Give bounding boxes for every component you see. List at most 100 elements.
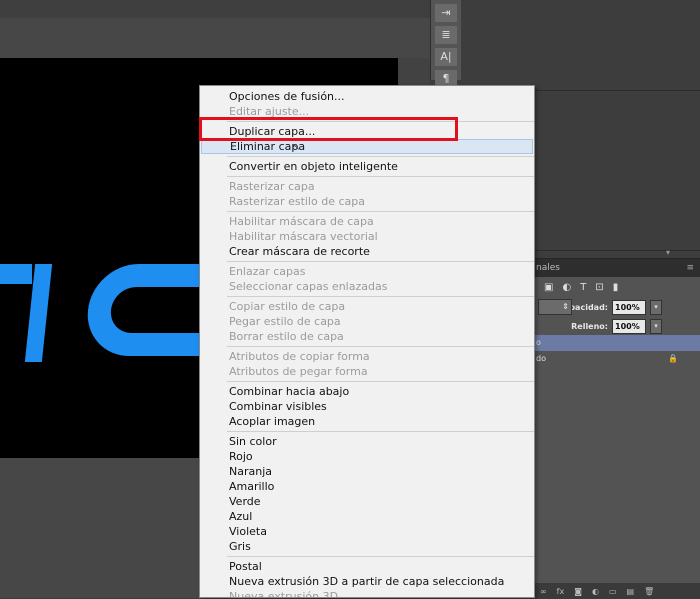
menu-item[interactable]: Naranja: [200, 464, 534, 479]
opacity-input[interactable]: 100%: [612, 299, 646, 315]
menu-item-label: Acoplar imagen: [229, 415, 316, 428]
menu-item-label: Verde: [229, 495, 261, 508]
layer-context-menu: Opciones de fusión... Editar ajuste... Dup…: [199, 85, 535, 598]
menu-item[interactable]: Gris: [200, 539, 534, 554]
layers-panel: nales ≡ ▣ ◐ T ⊡ ▮ ⇕ Opacidad: 100% ▾ Relleno…: [530, 258, 700, 599]
menu-item[interactable]: Combinar visibles: [200, 399, 534, 414]
menu-item[interactable]: Acoplar imagen: [200, 414, 534, 429]
menu-item-label: Borrar estilo de capa: [229, 330, 344, 343]
fill-row: Relleno: 100% ▾: [530, 317, 700, 335]
character-panel-icon[interactable]: A|: [435, 48, 457, 66]
menu-item: Seleccionar capas enlazadas: [200, 279, 534, 294]
menu-item[interactable]: Sin color: [200, 434, 534, 449]
menu-item-label: Nueva extrusión 3D a partir de capa sele…: [229, 575, 505, 588]
menu-item[interactable]: Convertir en objeto inteligente: [200, 159, 534, 174]
menu-item-label: Sin color: [229, 435, 277, 448]
menu-item-label: Rasterizar capa: [229, 180, 315, 193]
menu-item-label: Habilitar máscara vectorial: [229, 230, 378, 243]
menu-item[interactable]: Postal: [200, 559, 534, 574]
mouse-cursor-icon: ↖: [292, 142, 301, 153]
menu-item: Rasterizar capa: [200, 179, 534, 194]
menu-item-label: Postal: [229, 560, 262, 573]
menu-item-label: Gris: [229, 540, 251, 553]
layer-row[interactable]: do 🔒: [530, 351, 700, 367]
menu-item[interactable]: Amarillo: [200, 479, 534, 494]
menu-item-label: Atributos de copiar forma: [229, 350, 370, 363]
layer-filter-row: ▣ ◐ T ⊡ ▮: [530, 277, 700, 297]
menu-item: Borrar estilo de capa: [200, 329, 534, 344]
menu-item[interactable]: Verde: [200, 494, 534, 509]
menu-separator: [227, 296, 534, 297]
fill-label: Relleno:: [571, 321, 608, 331]
menu-item: Nueva extrusión 3D: [200, 589, 534, 598]
menu-separator: [227, 261, 534, 262]
menu-item-label: Azul: [229, 510, 253, 523]
menu-item[interactable]: Eliminar capa ↖: [201, 139, 533, 154]
opacity-row: ⇕ Opacidad: 100% ▾: [530, 298, 700, 316]
layer-name: do: [536, 354, 546, 363]
menu-item: Enlazar capas: [200, 264, 534, 279]
layer-row[interactable]: o: [530, 335, 700, 351]
menu-separator: [227, 381, 534, 382]
panel-menu-icon[interactable]: ≡: [686, 259, 694, 277]
layers-footer-icon[interactable]: ▤: [627, 587, 635, 596]
menu-item-label: Enlazar capas: [229, 265, 306, 278]
menu-item[interactable]: Opciones de fusión...: [200, 89, 534, 104]
menu-separator: [227, 211, 534, 212]
menu-item-label: Seleccionar capas enlazadas: [229, 280, 388, 293]
menu-item-label: Combinar visibles: [229, 400, 327, 413]
panel-collapse-icon[interactable]: ▾: [666, 248, 670, 257]
menu-item: Copiar estilo de capa: [200, 299, 534, 314]
menu-separator: [227, 556, 534, 557]
menu-item-label: Opciones de fusión...: [229, 90, 345, 103]
layer-filter-icon[interactable]: ▣: [544, 282, 553, 293]
menu-item-label: Amarillo: [229, 480, 275, 493]
layers-footer-icon[interactable]: ◐: [592, 587, 599, 596]
menu-item-label: Pegar estilo de capa: [229, 315, 341, 328]
layers-panel-header[interactable]: nales ≡: [530, 259, 700, 277]
menu-item-label: Habilitar máscara de capa: [229, 215, 374, 228]
menu-item[interactable]: Crear máscara de recorte: [200, 244, 534, 259]
menu-item[interactable]: Azul: [200, 509, 534, 524]
menu-item-label: Copiar estilo de capa: [229, 300, 346, 313]
layer-filter-icon[interactable]: ◐: [562, 282, 571, 293]
layer-filter-icon[interactable]: ▮: [613, 282, 619, 293]
menu-item-label: Violeta: [229, 525, 267, 538]
layers-footer-icon[interactable]: ◙: [574, 587, 582, 596]
panel-tool-2-icon[interactable]: ≣: [435, 26, 457, 44]
menu-item: Habilitar máscara de capa: [200, 214, 534, 229]
layers-footer-icon[interactable]: 🗑: [644, 587, 654, 596]
fill-dropdown-icon[interactable]: ▾: [650, 318, 662, 334]
opacity-dropdown-icon[interactable]: ▾: [650, 299, 662, 315]
menu-item[interactable]: Rojo: [200, 449, 534, 464]
menu-item[interactable]: Violeta: [200, 524, 534, 539]
layers-footer-icon[interactable]: ∞: [540, 587, 547, 596]
menu-item: Atributos de copiar forma: [200, 349, 534, 364]
layers-footer-icon[interactable]: fx: [557, 587, 565, 596]
menu-item-label: Nueva extrusión 3D: [229, 590, 339, 598]
menu-separator: [227, 156, 534, 157]
menu-item-label: Atributos de pegar forma: [229, 365, 368, 378]
fill-input[interactable]: 100%: [612, 318, 646, 334]
layer-list: o do 🔒: [530, 335, 700, 367]
layer-filter-icon[interactable]: T: [580, 282, 586, 293]
layers-footer-icon[interactable]: ▭: [609, 587, 617, 596]
panel-toolstrip: ⇥ ≣ A| ¶: [430, 0, 462, 88]
menu-item-label: Combinar hacia abajo: [229, 385, 350, 398]
panel-tool-1-icon[interactable]: ⇥: [435, 4, 457, 22]
blend-mode-select[interactable]: ⇕: [538, 299, 572, 315]
menu-item-label: Crear máscara de recorte: [229, 245, 370, 258]
layers-panel-tab-label: nales: [536, 263, 560, 273]
menu-item[interactable]: Nueva extrusión 3D a partir de capa sele…: [200, 574, 534, 589]
layer-name: o: [536, 338, 541, 347]
menu-separator: [227, 176, 534, 177]
menu-item-label: Convertir en objeto inteligente: [229, 160, 398, 173]
menu-separator: [227, 346, 534, 347]
logo-letter-t-bar: [0, 264, 32, 284]
menu-item: Pegar estilo de capa: [200, 314, 534, 329]
menu-item-label: Rojo: [229, 450, 253, 463]
menu-item[interactable]: Combinar hacia abajo: [200, 384, 534, 399]
layer-filter-icon[interactable]: ⊡: [595, 282, 603, 293]
menu-separator: [227, 431, 534, 432]
menu-item: Habilitar máscara vectorial: [200, 229, 534, 244]
